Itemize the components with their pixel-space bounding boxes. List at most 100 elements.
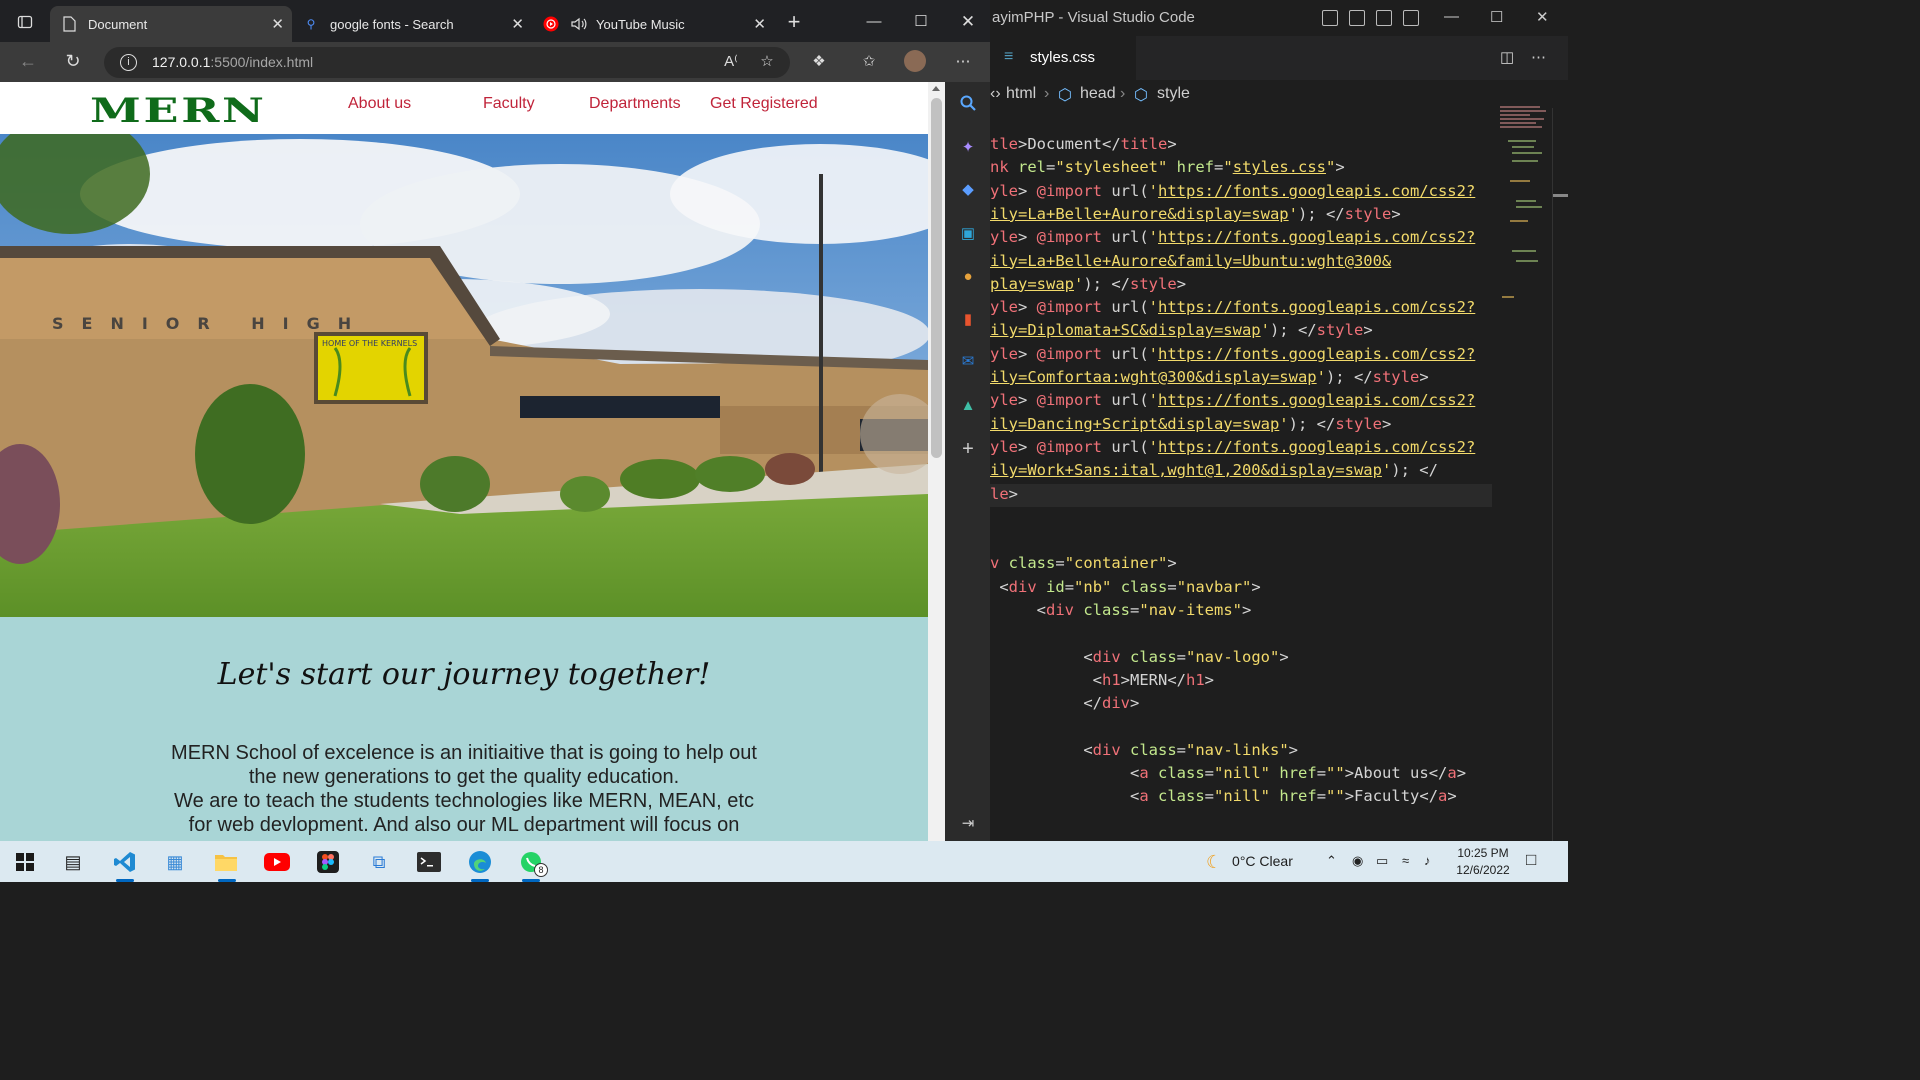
code-line[interactable]: yle> @import url('https://fonts.googleap… — [990, 298, 1475, 321]
volume-icon[interactable]: ♪ — [1424, 853, 1431, 868]
code-line[interactable]: ily=Work+Sans:ital,wght@1,200&display=sw… — [990, 461, 1438, 484]
favorite-star-icon[interactable]: ☆ — [756, 51, 778, 73]
office-icon[interactable]: ▮ — [957, 308, 979, 330]
scroll-thumb[interactable] — [931, 98, 942, 458]
search-icon[interactable] — [957, 92, 979, 114]
read-aloud-icon[interactable]: A⁽ — [720, 51, 742, 73]
toggle-secondary-sidebar-icon[interactable] — [1376, 10, 1392, 26]
nav-link-departments[interactable]: Departments — [589, 95, 681, 113]
games-icon[interactable]: ● — [957, 265, 979, 287]
youtube-icon[interactable] — [262, 847, 292, 877]
editor-scrollbar[interactable] — [1552, 108, 1568, 841]
breadcrumb-head[interactable]: head — [1080, 85, 1116, 103]
code-line[interactable]: <a class="nill" href="">About us</a> — [990, 764, 1466, 787]
wifi-icon[interactable]: ≈ — [1402, 853, 1409, 868]
more-actions-icon[interactable]: ⋯ — [1531, 48, 1546, 66]
control-panel-icon[interactable]: ▦ — [160, 847, 190, 877]
code-line[interactable]: le> — [990, 485, 1018, 508]
tab-google-fonts-search[interactable]: ⚲ google fonts - Search ✕ — [292, 6, 532, 42]
code-line[interactable]: v class="container"> — [990, 554, 1177, 577]
close-tab-icon[interactable]: ✕ — [271, 15, 284, 33]
code-line[interactable]: </div> — [990, 694, 1139, 717]
maximize-button[interactable]: ☐ — [1490, 8, 1503, 26]
maximize-button[interactable]: ☐ — [907, 10, 935, 34]
site-info-icon[interactable]: i — [120, 54, 137, 71]
file-explorer-icon[interactable] — [211, 847, 241, 877]
profile-avatar[interactable] — [904, 50, 926, 72]
windows-start-icon[interactable] — [10, 847, 40, 877]
code-line[interactable]: yle> @import url('https://fonts.googleap… — [990, 182, 1475, 205]
tools-briefcase-icon[interactable]: ▣ — [957, 222, 979, 244]
site-logo[interactable]: MERN — [90, 91, 267, 131]
code-line[interactable]: yle> @import url('https://fonts.googleap… — [990, 228, 1475, 251]
code-line[interactable]: ily=La+Belle+Aurore&display=swap'); </st… — [990, 205, 1401, 228]
tab-document[interactable]: Document ✕ — [50, 6, 292, 42]
clock[interactable]: 10:25 PM 12/6/2022 — [1448, 845, 1518, 879]
breadcrumb-style[interactable]: style — [1157, 85, 1190, 103]
extensions-icon[interactable]: ❖ — [808, 51, 830, 73]
new-tab-button[interactable]: + — [780, 10, 808, 34]
task-view-icon[interactable]: ▤ — [58, 847, 88, 877]
code-line[interactable]: ily=Diplomata+SC&display=swap'); </style… — [990, 321, 1373, 344]
customize-layout-icon[interactable] — [1403, 10, 1419, 26]
terminal-icon[interactable] — [414, 847, 444, 877]
code-line[interactable]: ily=Comfortaa:wght@300&display=swap'); <… — [990, 368, 1429, 391]
favorites-icon[interactable]: ✩ — [858, 51, 880, 73]
breadcrumb-html[interactable]: html — [1006, 85, 1036, 103]
nav-link-faculty[interactable]: Faculty — [483, 95, 535, 113]
more-options-icon[interactable]: ⋯ — [952, 51, 974, 73]
split-editor-icon[interactable]: ◫ — [1500, 48, 1514, 66]
code-line[interactable]: ily=Dancing+Script&display=swap'); </sty… — [990, 415, 1391, 438]
code-line[interactable]: ily=La+Belle+Aurore&family=Ubuntu:wght@3… — [990, 252, 1391, 275]
close-window-button[interactable]: ✕ — [1536, 8, 1549, 26]
toggle-primary-sidebar-icon[interactable] — [1322, 10, 1338, 26]
battery-icon[interactable]: ▭ — [1376, 853, 1388, 869]
whatsapp-icon[interactable]: 8 — [516, 847, 548, 877]
tab-youtube-music[interactable]: YouTube Music ✕ — [532, 6, 774, 42]
hide-sidebar-icon[interactable]: ⇥ — [957, 812, 979, 834]
meet-now-icon[interactable]: ◉ — [1352, 853, 1363, 869]
editor-tab-styles-css[interactable]: ≡ styles.css — [990, 36, 1136, 80]
back-button[interactable]: ← — [15, 50, 41, 74]
figma-icon[interactable] — [313, 847, 343, 877]
close-tab-icon[interactable]: ✕ — [511, 15, 524, 33]
minimize-button[interactable]: — — [860, 10, 888, 34]
code-line[interactable]: play=swap'); </style> — [990, 275, 1186, 298]
add-sidebar-app-icon[interactable]: + — [957, 438, 979, 460]
tab-actions-button[interactable] — [8, 8, 42, 36]
code-line[interactable]: yle> @import url('https://fonts.googleap… — [990, 391, 1475, 414]
weather-widget[interactable]: ☾ 0°C Clear — [1206, 852, 1293, 873]
code-line[interactable]: <div id="nb" class="navbar"> — [990, 578, 1260, 601]
toggle-panel-icon[interactable] — [1349, 10, 1365, 26]
code-line[interactable]: <div class="nav-links"> — [990, 741, 1298, 764]
code-line[interactable]: <div class="nav-items"> — [990, 601, 1252, 624]
code-line[interactable]: yle> @import url('https://fonts.googleap… — [990, 438, 1475, 461]
code-line[interactable]: <div class="nav-logo"> — [990, 648, 1288, 671]
remote-desktop-icon[interactable]: ⧉ — [364, 847, 394, 877]
notification-center-icon[interactable]: □ — [1526, 850, 1536, 870]
page-scrollbar[interactable] — [928, 82, 945, 841]
nav-link-about-us[interactable]: About us — [348, 95, 411, 113]
chevron-up-icon[interactable]: ⌃ — [1326, 853, 1337, 869]
outlook-icon[interactable]: ✉ — [957, 350, 979, 372]
minimize-button[interactable]: — — [1444, 8, 1459, 25]
scroll-up-arrow[interactable] — [932, 86, 940, 91]
shopping-tag-icon[interactable]: ◆ — [957, 178, 979, 200]
edge-icon[interactable] — [465, 847, 495, 877]
url-text[interactable]: 127.0.0.1:5500/index.html — [152, 54, 313, 70]
discover-sparkle-icon[interactable]: ✦ — [957, 136, 979, 158]
drop-icon[interactable]: ▲ — [957, 394, 979, 416]
refresh-button[interactable]: ↻ — [60, 50, 86, 74]
speaker-icon[interactable] — [570, 16, 588, 32]
minimap[interactable] — [1498, 100, 1546, 310]
code-line[interactable]: <h1>MERN</h1> — [990, 671, 1214, 694]
code-line[interactable]: nk rel="stylesheet" href="styles.css"> — [990, 158, 1345, 181]
nav-link-get-registered[interactable]: Get Registered — [710, 95, 818, 113]
close-window-button[interactable]: ✕ — [954, 10, 982, 34]
code-line[interactable]: yle> @import url('https://fonts.googleap… — [990, 345, 1475, 368]
code-line[interactable]: tle>Document</title> — [990, 135, 1177, 158]
address-bar[interactable]: i 127.0.0.1:5500/index.html A⁽ ☆ — [104, 47, 790, 78]
vscode-icon[interactable] — [110, 847, 140, 877]
close-tab-icon[interactable]: ✕ — [753, 15, 766, 33]
code-line[interactable]: <a class="nill" href="">Faculty</a> — [990, 787, 1457, 810]
